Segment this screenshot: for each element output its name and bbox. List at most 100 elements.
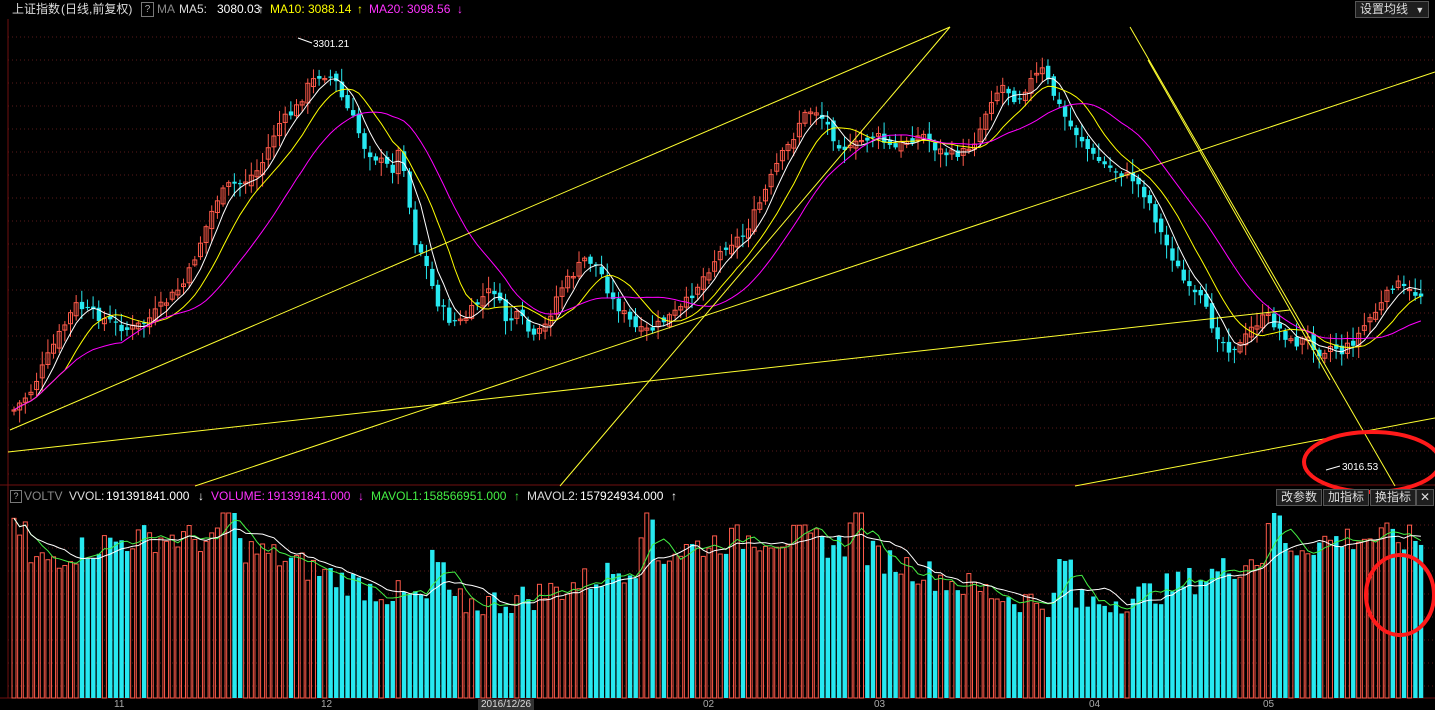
volume-bar-down xyxy=(1119,613,1124,698)
volume-bar-down xyxy=(447,589,452,698)
candle-down xyxy=(288,111,294,116)
candle-down xyxy=(430,268,435,287)
trend-line xyxy=(1129,26,1396,487)
ma-settings-button[interactable]: 设置均线 ▼ xyxy=(1355,1,1430,18)
volume-bar-down xyxy=(141,525,147,698)
volume-bar-down xyxy=(503,606,508,698)
close-indicator-button[interactable]: ✕ xyxy=(1416,489,1435,506)
volume-bar-up xyxy=(700,555,706,699)
indicator-toggle-icon[interactable]: ? xyxy=(141,2,154,17)
volume-bar-down xyxy=(424,598,429,698)
candle-down xyxy=(627,311,633,320)
volume-bar-down xyxy=(887,550,893,698)
volume-bar-down xyxy=(627,575,633,698)
arrow-up-icon: ↑ xyxy=(357,2,363,16)
volume-bar-down xyxy=(373,601,378,698)
volume-bar-down xyxy=(1170,591,1175,698)
x-tick-label: 04 xyxy=(1089,699,1101,710)
volume-bar-up xyxy=(898,573,904,699)
candle-down xyxy=(79,301,85,310)
volume-bar-down xyxy=(1113,601,1119,698)
volume-bar-down xyxy=(91,558,96,698)
volume-bar-down xyxy=(125,551,130,698)
candle-down xyxy=(1351,340,1356,346)
candle-down xyxy=(125,327,130,330)
candlestick-chart[interactable]: 3301.21 3016.53 xyxy=(0,0,1435,710)
chart-title: 上证指数 xyxy=(12,2,61,16)
volume-bar-up xyxy=(966,573,972,699)
volume-bar-up xyxy=(1124,611,1130,699)
volume-bar-down xyxy=(317,575,322,698)
indicator-toggle-icon[interactable]: ? xyxy=(10,490,22,503)
volume-bar-up xyxy=(757,550,763,699)
volume-bar-down xyxy=(955,590,960,698)
volume-bar-down xyxy=(401,591,407,698)
ma5-label: MA5: xyxy=(179,2,208,16)
volume-bar-down xyxy=(390,601,395,698)
volume-bar-up xyxy=(192,538,198,699)
volume-bar-down xyxy=(288,557,294,698)
volume-bar-up xyxy=(11,517,17,699)
volume-bar-up xyxy=(175,546,181,699)
trend-line xyxy=(559,26,951,487)
candle-down xyxy=(910,138,915,144)
volume-bar-up xyxy=(135,529,141,699)
volume-bar-down xyxy=(1153,603,1158,698)
volume-bar-up xyxy=(1237,576,1243,699)
candle-down xyxy=(418,244,424,253)
volume-bar-down xyxy=(1215,571,1220,698)
candle-down xyxy=(345,95,350,109)
volume-bar-up xyxy=(1361,538,1367,699)
candle-down xyxy=(865,137,870,141)
volume-bar-up xyxy=(322,568,328,699)
volume-bar-down xyxy=(593,584,599,698)
volume-bar-down xyxy=(119,540,124,698)
volume-bar-up xyxy=(158,537,164,699)
candle-down xyxy=(1413,292,1418,296)
candle-down xyxy=(1062,105,1068,117)
low-label: 3016.53 xyxy=(1342,462,1379,473)
volume-bar-up xyxy=(774,546,780,699)
candle-down xyxy=(605,276,610,294)
volume-bar-up xyxy=(542,598,548,699)
volume-bar-up xyxy=(666,560,672,699)
x-tick-label: 11 xyxy=(114,699,125,710)
volume-bar-down xyxy=(1311,554,1316,698)
arrow-down-icon: ↓ xyxy=(457,2,463,16)
volume-bar-down xyxy=(1062,560,1068,698)
volume-bar-down xyxy=(1164,573,1169,698)
add-indicator-button[interactable]: 加指标 xyxy=(1323,489,1370,506)
candle-down xyxy=(1283,330,1288,340)
volume-bar-up xyxy=(802,524,808,699)
volume-bar-up xyxy=(457,588,463,699)
candle-down xyxy=(740,235,746,237)
volume-bar-up xyxy=(254,553,260,699)
volume-bar-down xyxy=(367,583,373,698)
volume-bar-down xyxy=(1226,573,1232,698)
volume-bar-down xyxy=(1108,612,1113,698)
volume-bar-up xyxy=(277,565,283,699)
volume-bar-up xyxy=(565,593,571,699)
vvol-label: VVOL: xyxy=(69,489,105,503)
vvol-value: 191391841.000 xyxy=(106,489,190,503)
x-tick-label: 03 xyxy=(874,699,886,710)
trend-line xyxy=(194,71,1435,487)
change-indicator-button[interactable]: 换指标 xyxy=(1370,489,1417,506)
candle-down xyxy=(1164,234,1169,246)
change-params-button[interactable]: 改参数 xyxy=(1276,489,1323,506)
volume-bar-down xyxy=(836,536,842,698)
volume-bar-up xyxy=(576,588,582,699)
candle-down xyxy=(1271,313,1277,328)
candle-down xyxy=(1401,283,1407,287)
volume-bar-up xyxy=(785,544,791,699)
volume-bar-up xyxy=(147,532,153,699)
candle-down xyxy=(351,110,356,116)
volume-bar-up xyxy=(859,512,864,699)
volume-bar-down xyxy=(610,573,616,698)
volume-bar-down xyxy=(351,573,356,698)
volume-bar-up xyxy=(1344,528,1350,699)
indicator-name: MA xyxy=(157,2,175,16)
volume-bar-up xyxy=(949,580,955,699)
volume-bar-up xyxy=(904,557,910,699)
ma20-value: 3098.56 xyxy=(407,2,451,16)
